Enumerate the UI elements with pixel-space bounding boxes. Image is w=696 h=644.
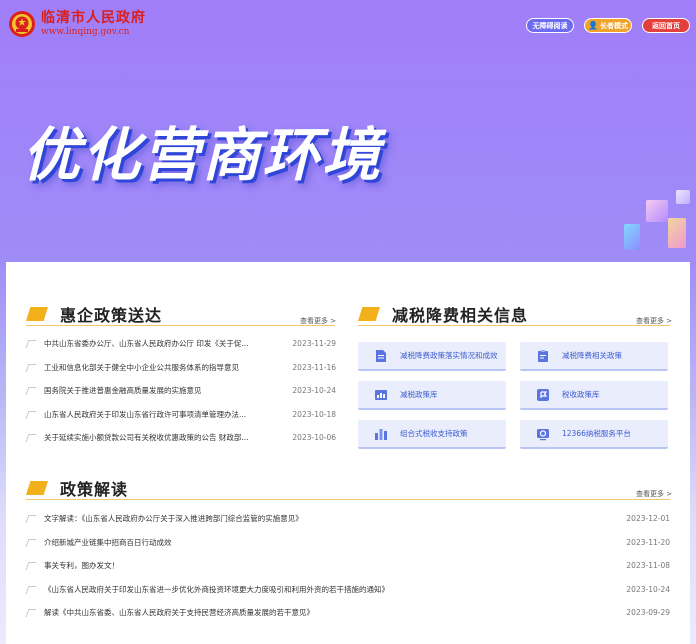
news-title[interactable]: 中共山东省委办公厅、山东省人民政府办公厅 印发《关于促...	[44, 338, 284, 349]
card-label: 12366纳税服务平台	[562, 429, 631, 438]
bullet-icon	[26, 386, 35, 395]
bar-chart-icon	[375, 428, 387, 440]
interpretation-divider	[26, 499, 670, 500]
tax-card-combined-support[interactable]: 组合式税收支持政策	[358, 420, 506, 449]
news-date: 2023-09-29	[626, 608, 670, 618]
news-title[interactable]: 文字解读：《山东省人民政府办公厅关于深入推进跨部门综合监管的实施意见》	[44, 513, 618, 524]
elder-mode-button[interactable]: 👤 长者模式	[584, 18, 632, 33]
tax-card-reduction-library[interactable]: 减税政策库	[358, 381, 506, 410]
home-button[interactable]: 返回首页	[642, 18, 690, 33]
bullet-icon	[26, 608, 35, 617]
news-title[interactable]: 《山东省人民政府关于印发山东省进一步优化外商投资环境更大力度吸引和利用外资的若干…	[44, 584, 618, 595]
list-item[interactable]: 介绍新城产业链集中招商百日行动成效 2023-11-20	[26, 531, 670, 555]
bullet-icon	[26, 433, 35, 442]
news-date: 2023-10-24	[626, 584, 670, 594]
section-interpretation-title: 政策解读	[26, 476, 128, 500]
accessible-reading-button[interactable]: 无障碍阅读	[526, 18, 574, 33]
home-label: 返回首页	[652, 21, 680, 30]
news-date: 2023-11-16	[292, 362, 336, 372]
news-date: 2023-10-24	[292, 386, 336, 396]
list-item[interactable]: 国务院关于推进普惠金融高质量发展的实施意见 2023-10-24	[26, 379, 336, 403]
news-date: 2023-10-06	[292, 433, 336, 443]
list-item[interactable]: 中共山东省委办公厅、山东省人民政府办公厅 印发《关于促... 2023-11-2…	[26, 332, 336, 356]
interpretation-more-link[interactable]: 查看更多 >	[636, 489, 672, 499]
tax-cards-grid: 减税降费政策落实情况和成效 减税降费相关政策 减税政策库 税收政策库 组合式税收…	[358, 342, 678, 449]
news-title[interactable]: 事关专利，图办发文！	[44, 560, 618, 571]
bullet-icon	[26, 363, 35, 372]
section-enterprise-title: 惠企政策送达	[26, 302, 162, 326]
card-label: 减税降费相关政策	[562, 351, 622, 360]
card-label: 组合式税收支持政策	[400, 429, 468, 438]
content-panel: 惠企政策送达 查看更多 > 中共山东省委办公厅、山东省人民政府办公厅 印发《关于…	[6, 262, 690, 644]
section-tax-title: 减税降费相关信息	[358, 302, 528, 326]
news-title[interactable]: 关于延续实施小额贷款公司有关税收优惠政策的公告 财政部...	[44, 432, 284, 443]
site-title: 临清市人民政府	[41, 10, 146, 26]
tax-card-tax-library[interactable]: 税收政策库	[520, 381, 668, 410]
news-title[interactable]: 解读《中共山东省委、山东省人民政府关于支持民营经济高质量发展的若干意见》	[44, 607, 618, 618]
section-tax-heading: 减税降费相关信息	[392, 306, 529, 325]
document-icon	[376, 349, 386, 362]
section-flag-icon	[26, 307, 48, 321]
tax-card-related-policy[interactable]: 减税降费相关政策	[520, 342, 668, 371]
list-item[interactable]: 《山东省人民政府关于印发山东省进一步优化外商投资环境更大力度吸引和利用外资的若干…	[26, 578, 670, 602]
section-flag-icon	[26, 481, 48, 495]
bullet-icon	[26, 561, 35, 570]
bullet-icon	[26, 538, 35, 547]
hero-title: 优化营商环境	[22, 121, 383, 189]
tax-card-12366-platform[interactable]: 12366纳税服务平台	[520, 420, 668, 449]
section-enterprise-heading: 惠企政策送达	[60, 306, 163, 325]
site-logo[interactable]: 临清市人民政府 www.linqing.gov.cn	[8, 10, 146, 38]
enterprise-divider	[26, 325, 335, 326]
tax-card-policy-results[interactable]: 减税降费政策落实情况和成效	[358, 342, 506, 371]
section-flag-icon	[358, 307, 380, 321]
enterprise-news-list: 中共山东省委办公厅、山东省人民政府办公厅 印发《关于促... 2023-11-2…	[26, 332, 336, 450]
tax-divider	[358, 325, 670, 326]
card-label: 减税政策库	[400, 390, 438, 399]
top-toolbar: 无障碍阅读 👤 长者模式 返回首页	[526, 18, 690, 33]
list-item[interactable]: 文字解读：《山东省人民政府办公厅关于深入推进跨部门综合监管的实施意见》 2023…	[26, 507, 670, 531]
chart-document-icon	[375, 389, 387, 400]
service-platform-icon	[537, 428, 549, 440]
list-item[interactable]: 工业和信息化部关于健全中小企业公共服务体系的指导意见 2023-11-16	[26, 356, 336, 380]
card-label: 税收政策库	[562, 390, 600, 399]
elder-icon: 👤	[588, 21, 598, 30]
national-emblem-icon	[8, 10, 36, 38]
news-date: 2023-10-18	[292, 409, 336, 419]
clipboard-icon	[538, 349, 548, 362]
news-title[interactable]: 国务院关于推进普惠金融高质量发展的实施意见	[44, 385, 284, 396]
bullet-icon	[26, 410, 35, 419]
list-item[interactable]: 山东省人民政府关于印发山东省行政许可事项清单管理办法... 2023-10-18	[26, 403, 336, 427]
news-date: 2023-11-08	[626, 561, 670, 571]
bullet-icon	[26, 339, 35, 348]
interpretation-news-list: 文字解读：《山东省人民政府办公厅关于深入推进跨部门综合监管的实施意见》 2023…	[26, 507, 670, 625]
card-label: 减税降费政策落实情况和成效	[400, 351, 498, 360]
flag-box-icon	[537, 388, 549, 401]
news-date: 2023-11-20	[626, 537, 670, 547]
site-url: www.linqing.gov.cn	[41, 27, 130, 37]
list-item[interactable]: 解读《中共山东省委、山东省人民政府关于支持民营经济高质量发展的若干意见》 202…	[26, 601, 670, 625]
bullet-icon	[26, 585, 35, 594]
news-title[interactable]: 山东省人民政府关于印发山东省行政许可事项清单管理办法...	[44, 409, 284, 420]
accessible-reading-label: 无障碍阅读	[532, 21, 568, 30]
news-title[interactable]: 工业和信息化部关于健全中小企业公共服务体系的指导意见	[44, 362, 284, 373]
bullet-icon	[26, 514, 35, 523]
list-item[interactable]: 关于延续实施小额贷款公司有关税收优惠政策的公告 财政部... 2023-10-0…	[26, 426, 336, 450]
section-interpretation-heading: 政策解读	[60, 480, 129, 499]
news-date: 2023-12-01	[626, 514, 670, 524]
news-title[interactable]: 介绍新城产业链集中招商百日行动成效	[44, 537, 618, 548]
news-date: 2023-11-29	[292, 339, 336, 349]
list-item[interactable]: 事关专利，图办发文！ 2023-11-08	[26, 554, 670, 578]
elder-mode-label: 长者模式	[599, 21, 628, 30]
